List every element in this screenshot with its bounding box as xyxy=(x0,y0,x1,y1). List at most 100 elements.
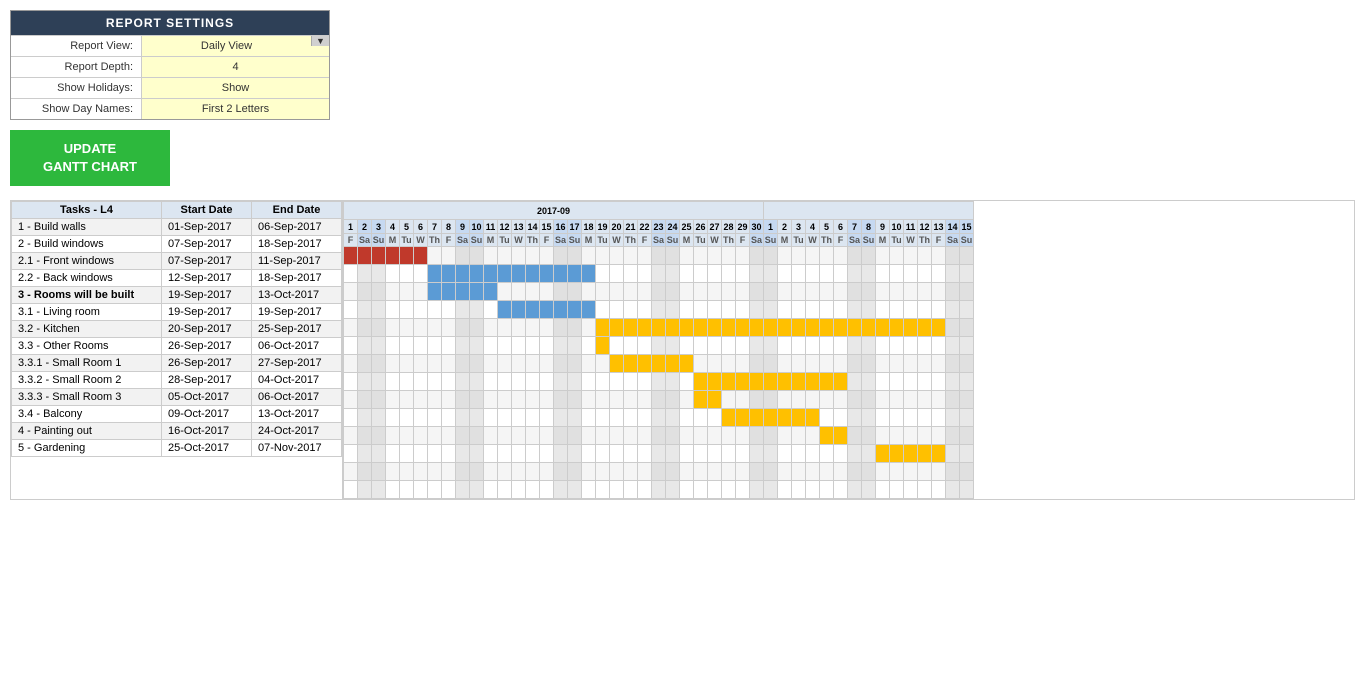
gantt-cell xyxy=(386,445,400,463)
gantt-cell xyxy=(554,427,568,445)
gantt-cell xyxy=(428,301,442,319)
day-name-header: Th xyxy=(526,234,540,247)
day-name-header: F xyxy=(834,234,848,247)
day-num-header: 6 xyxy=(414,220,428,234)
gantt-cell xyxy=(694,463,708,481)
gantt-cell xyxy=(666,355,680,373)
gantt-cell xyxy=(694,283,708,301)
gantt-cell xyxy=(932,283,946,301)
gantt-cell xyxy=(946,445,960,463)
report-depth-row: Report Depth: 4 xyxy=(11,56,329,77)
task-start-cell: 12-Sep-2017 xyxy=(162,270,252,287)
gantt-cell xyxy=(946,301,960,319)
gantt-cell xyxy=(344,301,358,319)
gantt-cell xyxy=(386,373,400,391)
gantt-cell xyxy=(386,337,400,355)
gantt-cell xyxy=(344,355,358,373)
gantt-cell xyxy=(708,391,722,409)
gantt-cell xyxy=(624,463,638,481)
gantt-cell xyxy=(918,355,932,373)
gantt-cell xyxy=(806,283,820,301)
gantt-cell xyxy=(750,445,764,463)
gantt-cell xyxy=(680,337,694,355)
task-start-cell: 25-Oct-2017 xyxy=(162,440,252,457)
gantt-cell xyxy=(344,319,358,337)
gantt-cell xyxy=(946,481,960,499)
gantt-cell xyxy=(624,337,638,355)
gantt-cell xyxy=(456,247,470,265)
gantt-cell xyxy=(456,481,470,499)
gantt-cell xyxy=(862,463,876,481)
gantt-cell xyxy=(400,319,414,337)
gantt-right-panel[interactable]: 2017-09123456789101112131415161718192021… xyxy=(343,200,1355,500)
gantt-cell xyxy=(470,319,484,337)
gantt-cell xyxy=(386,355,400,373)
gantt-cell xyxy=(764,265,778,283)
gantt-cell xyxy=(960,481,974,499)
gantt-cell xyxy=(400,427,414,445)
gantt-cell xyxy=(400,247,414,265)
gantt-cell xyxy=(722,427,736,445)
gantt-cell xyxy=(582,337,596,355)
gantt-cell xyxy=(470,463,484,481)
gantt-cell xyxy=(820,337,834,355)
gantt-cell xyxy=(722,391,736,409)
gantt-cell xyxy=(470,373,484,391)
gantt-cell xyxy=(680,427,694,445)
day-num-header: 8 xyxy=(862,220,876,234)
day-name-header: F xyxy=(344,234,358,247)
table-row xyxy=(344,427,974,445)
gantt-cell xyxy=(694,301,708,319)
report-view-value[interactable]: Daily View ▼ xyxy=(141,36,329,56)
gantt-cell xyxy=(414,481,428,499)
task-name-cell: 3.2 - Kitchen xyxy=(12,321,162,338)
gantt-cell xyxy=(652,445,666,463)
day-num-header: 26 xyxy=(694,220,708,234)
gantt-cell xyxy=(624,427,638,445)
gantt-cell xyxy=(512,481,526,499)
task-end-cell: 06-Oct-2017 xyxy=(252,389,342,406)
gantt-cell xyxy=(918,265,932,283)
gantt-cell xyxy=(890,301,904,319)
report-view-arrow[interactable]: ▼ xyxy=(311,36,329,46)
gantt-cell xyxy=(372,427,386,445)
gantt-cell xyxy=(540,247,554,265)
gantt-cell xyxy=(484,427,498,445)
gantt-cell xyxy=(498,463,512,481)
gantt-cell xyxy=(876,337,890,355)
gantt-cell xyxy=(680,265,694,283)
gantt-cell xyxy=(820,463,834,481)
show-day-names-value[interactable]: First 2 Letters xyxy=(141,99,329,119)
gantt-cell xyxy=(526,301,540,319)
gantt-cell xyxy=(778,427,792,445)
gantt-cell xyxy=(638,337,652,355)
gantt-cell xyxy=(358,301,372,319)
gantt-cell xyxy=(582,445,596,463)
report-depth-value[interactable]: 4 xyxy=(141,57,329,77)
gantt-cell xyxy=(862,427,876,445)
gantt-cell xyxy=(694,427,708,445)
task-end-cell: 11-Sep-2017 xyxy=(252,253,342,270)
gantt-cell xyxy=(470,247,484,265)
gantt-cell xyxy=(540,391,554,409)
gantt-cell xyxy=(512,409,526,427)
table-row: 2.1 - Front windows07-Sep-201711-Sep-201… xyxy=(12,253,342,270)
gantt-cell xyxy=(876,445,890,463)
show-holidays-value[interactable]: Show xyxy=(141,78,329,98)
gantt-chart: Tasks - L4 Start Date End Date 1 - Build… xyxy=(10,200,1355,500)
gantt-cell xyxy=(932,391,946,409)
gantt-cell xyxy=(820,445,834,463)
day-name-header: Sa xyxy=(456,234,470,247)
update-gantt-button[interactable]: UPDATEGANTT CHART xyxy=(10,130,170,186)
gantt-cell xyxy=(498,355,512,373)
gantt-cell xyxy=(596,283,610,301)
gantt-cell xyxy=(890,427,904,445)
gantt-cell xyxy=(568,445,582,463)
gantt-cell xyxy=(918,283,932,301)
gantt-cell xyxy=(932,409,946,427)
gantt-cell xyxy=(540,301,554,319)
gantt-cell xyxy=(764,463,778,481)
task-start-cell: 07-Sep-2017 xyxy=(162,236,252,253)
task-start-cell: 07-Sep-2017 xyxy=(162,253,252,270)
gantt-cell xyxy=(554,301,568,319)
